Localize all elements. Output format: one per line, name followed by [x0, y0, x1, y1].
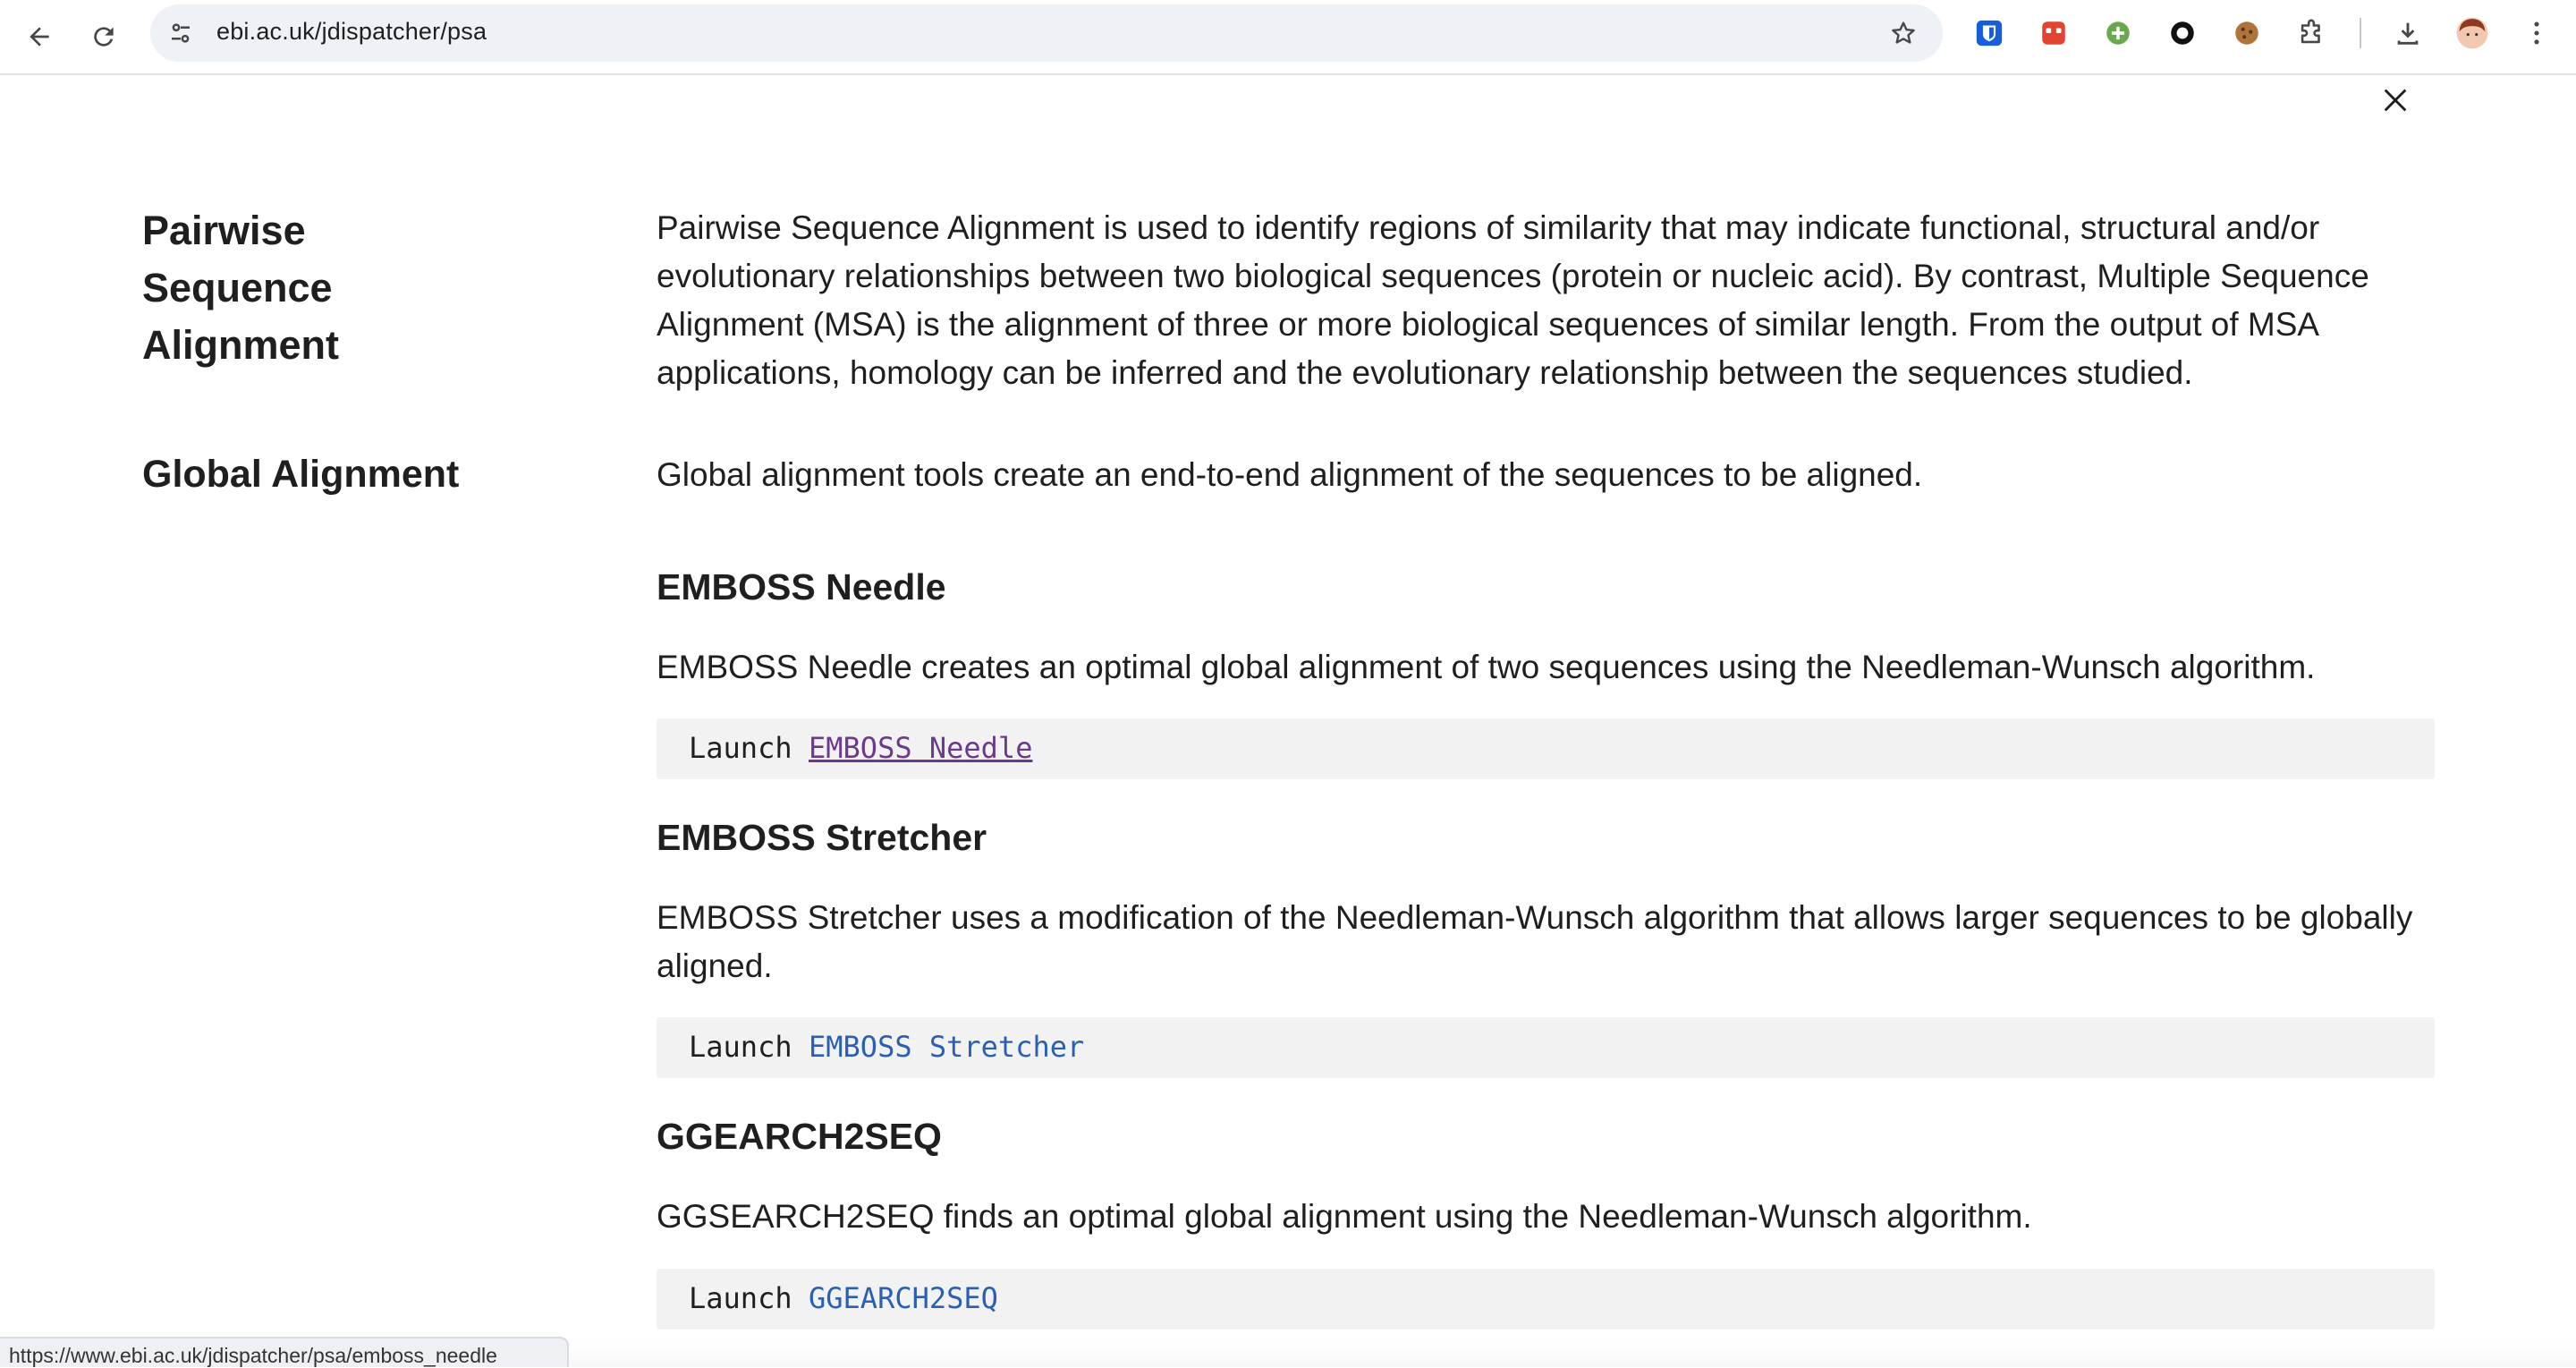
- launch-box-emboss-stretcher: Launch EMBOSS Stretcher: [657, 1017, 2435, 1078]
- cookie-icon[interactable]: [2229, 15, 2265, 51]
- launch-link-emboss-needle[interactable]: EMBOSS Needle: [809, 731, 1032, 765]
- section-text-global-alignment: Global alignment tools create an end-to-…: [657, 456, 1923, 493]
- tune-icon[interactable]: [163, 15, 199, 51]
- launch-box-ggearch2seq: Launch GGEARCH2SEQ: [657, 1269, 2435, 1330]
- tool-description-emboss-needle: EMBOSS Needle creates an optimal global …: [657, 649, 2316, 685]
- launch-prefix: Launch: [689, 1281, 792, 1315]
- close-button[interactable]: [2372, 77, 2419, 123]
- launch-link-ggearch2seq[interactable]: GGEARCH2SEQ: [809, 1281, 998, 1315]
- download-icon[interactable]: [2390, 15, 2426, 51]
- back-button[interactable]: [14, 12, 64, 62]
- status-bar-url: https://www.ebi.ac.uk/jdispatcher/psa/em…: [0, 1337, 569, 1367]
- tool-description-emboss-stretcher: EMBOSS Stretcher uses a modification of …: [657, 899, 2413, 984]
- star-icon[interactable]: [1885, 15, 1921, 51]
- tool-description-ggearch2seq: GGSEARCH2SEQ finds an optimal global ali…: [657, 1198, 2032, 1235]
- kebab-menu-icon[interactable]: [2519, 15, 2555, 51]
- back-arrow-icon: [30, 27, 49, 47]
- todoist-icon[interactable]: [2036, 15, 2072, 51]
- launch-box-emboss-needle: Launch EMBOSS Needle: [657, 718, 2435, 779]
- tool-title-emboss-needle: EMBOSS Needle: [657, 566, 946, 608]
- launch-prefix: Launch: [689, 731, 792, 765]
- reload-icon: [94, 27, 114, 47]
- launch-link-emboss-stretcher[interactable]: EMBOSS Stretcher: [809, 1030, 1084, 1064]
- section-text-pairwise: Pairwise Sequence Alignment is used to i…: [657, 209, 2369, 391]
- bitwarden-icon[interactable]: [1971, 15, 2007, 51]
- section-heading-global-alignment: Global Alignment: [142, 453, 460, 496]
- address-bar[interactable]: ebi.ac.uk/jdispatcher/psa: [150, 4, 1943, 62]
- tool-title-emboss-stretcher: EMBOSS Stretcher: [657, 817, 987, 858]
- close-icon: [2384, 89, 2407, 112]
- reload-button[interactable]: [79, 12, 129, 62]
- browser-toolbar: ebi.ac.uk/jdispatcher/psa: [0, 0, 2576, 75]
- green-plus-icon[interactable]: [2100, 15, 2136, 51]
- circle-icon[interactable]: [2165, 15, 2200, 51]
- tool-title-ggearch2seq: GGEARCH2SEQ: [657, 1116, 942, 1157]
- bottom-fade: [569, 1342, 2576, 1367]
- avatar[interactable]: [2454, 15, 2490, 51]
- section-heading-pairwise: Pairwise Sequence Alignment: [142, 208, 339, 368]
- puzzle-extensions-icon[interactable]: [2293, 15, 2329, 51]
- toolbar-divider: [2360, 18, 2361, 48]
- url-text[interactable]: ebi.ac.uk/jdispatcher/psa: [216, 18, 487, 46]
- launch-prefix: Launch: [689, 1030, 792, 1064]
